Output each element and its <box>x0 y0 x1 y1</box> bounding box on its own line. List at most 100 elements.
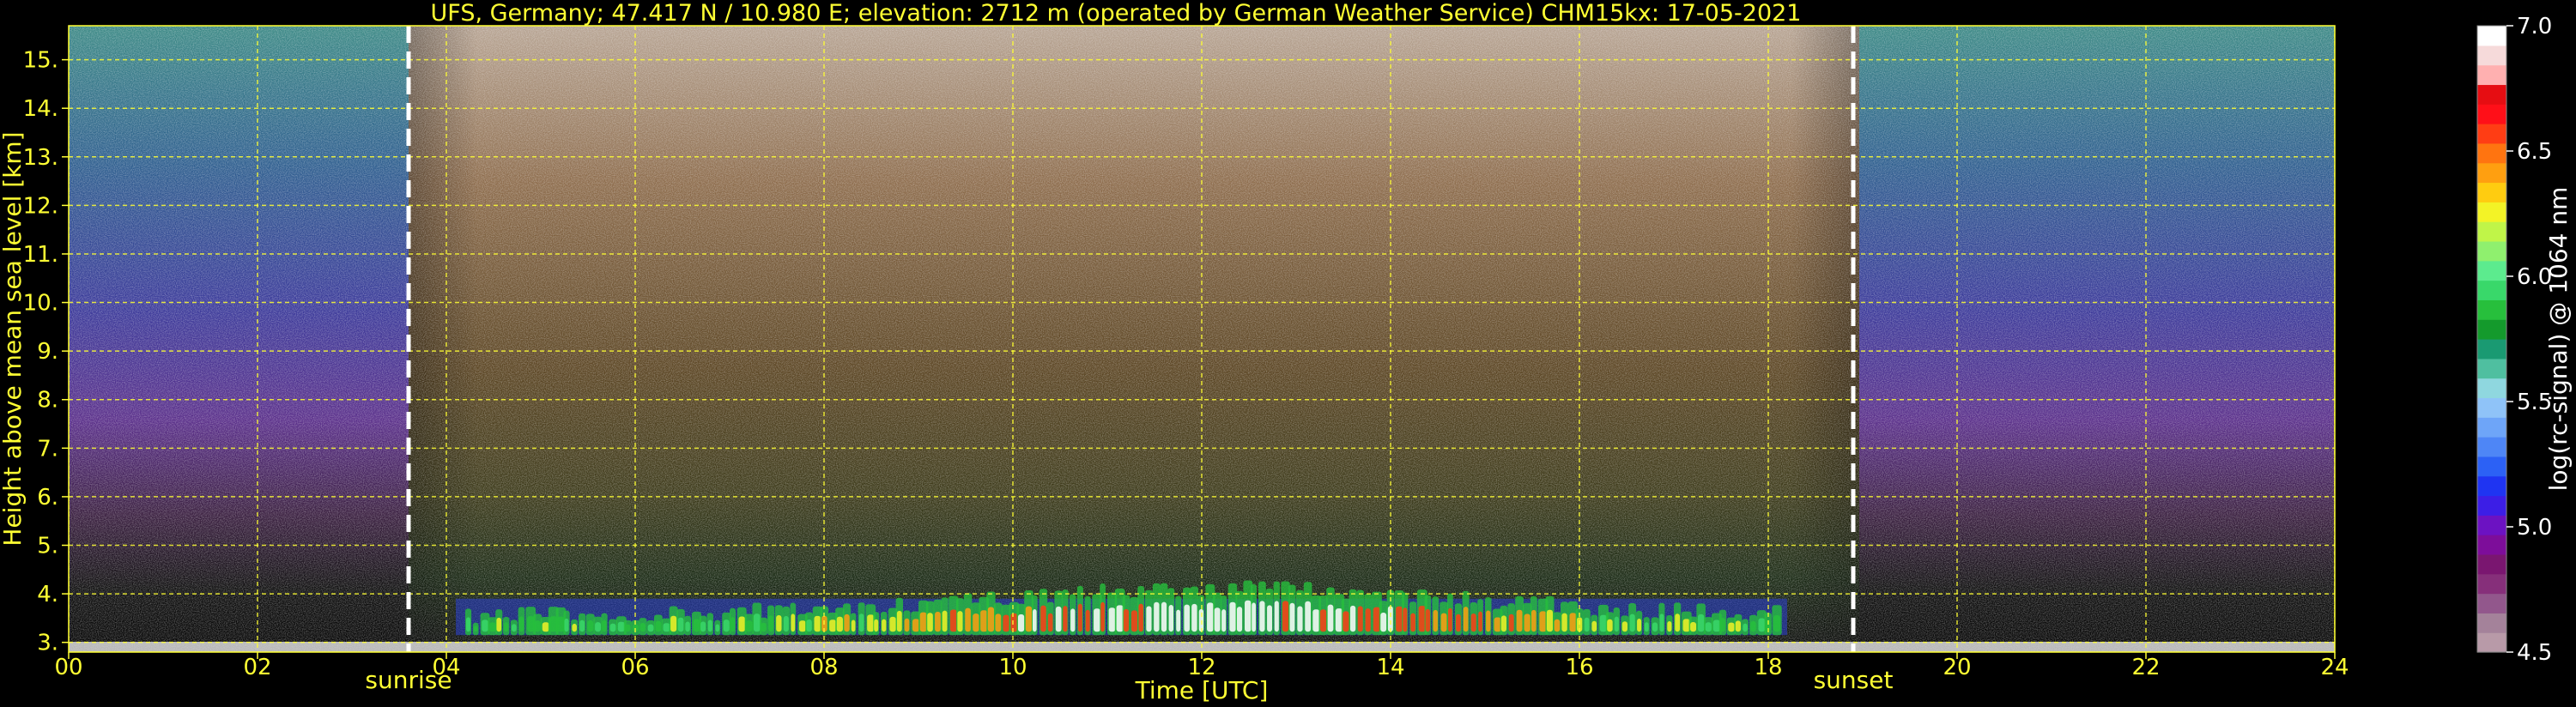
colorbar-swatch <box>2477 104 2506 124</box>
signal-core <box>1396 606 1403 632</box>
signal-core <box>942 610 948 632</box>
signal-core <box>798 620 806 632</box>
signal-core <box>1584 617 1590 632</box>
signal-core <box>927 613 933 632</box>
colorbar-label: log(rc-signal) @ 1064 nm <box>2544 187 2573 492</box>
signal-core <box>1380 612 1387 632</box>
signal-core <box>957 611 963 632</box>
y-tick-label: 13. <box>23 145 58 171</box>
signal-core <box>1735 620 1742 632</box>
signal-core <box>746 620 753 632</box>
colorbar-swatch <box>2477 417 2506 438</box>
signal-core <box>1214 607 1221 632</box>
signal-core <box>1433 609 1438 632</box>
colorbar-swatch <box>2477 593 2506 613</box>
signal-core <box>844 613 850 632</box>
y-tick-label: 4. <box>37 582 58 607</box>
colorbar-tick-label: 5.0 <box>2517 515 2552 541</box>
x-tick-label: 08 <box>809 655 838 680</box>
signal-core <box>1546 609 1554 632</box>
signal-core <box>663 623 670 632</box>
signal-core <box>1130 610 1138 632</box>
colorbar-swatch <box>2477 475 2506 497</box>
signal-core <box>489 622 496 632</box>
signal-core <box>466 617 471 632</box>
signal-core <box>1720 618 1725 632</box>
signal-core <box>1403 607 1408 632</box>
signal-core <box>557 616 565 632</box>
signal-core <box>1100 601 1105 632</box>
signal-core <box>1176 609 1181 632</box>
signal-core <box>1470 613 1476 632</box>
signal-core <box>518 616 524 632</box>
signal-core <box>1743 623 1748 632</box>
colorbar-swatch <box>2477 142 2506 164</box>
signal-core <box>609 623 616 632</box>
y-tick-label: 8. <box>37 388 58 414</box>
signal-core <box>1387 606 1393 632</box>
colorbar-tick-label: 6.5 <box>2517 139 2552 165</box>
colorbar-swatch <box>2477 632 2506 653</box>
signal-core <box>1282 601 1289 632</box>
signal-core <box>587 620 594 632</box>
signal-core <box>1040 605 1046 632</box>
colorbar-swatch <box>2477 319 2506 340</box>
signal-core <box>935 612 941 632</box>
y-tick-label: 11. <box>23 242 58 268</box>
signal-core <box>707 619 712 632</box>
colorbar-swatch <box>2477 260 2506 281</box>
signal-core <box>504 622 509 632</box>
signal-core <box>655 620 662 632</box>
signal-core <box>1168 604 1174 632</box>
signal-core <box>1055 606 1062 632</box>
signal-core <box>858 613 864 632</box>
colorbar-swatch <box>2477 613 2506 633</box>
signal-core <box>1349 605 1356 632</box>
signal-core <box>1184 604 1191 632</box>
signal-core <box>1456 613 1461 632</box>
signal-core <box>564 618 569 632</box>
signal-core <box>1297 606 1303 632</box>
signal-core <box>1659 613 1664 632</box>
lidar-quicklook-chart: UFS, Germany; 47.417 N / 10.980 E; eleva… <box>0 0 2573 704</box>
signal-core <box>1123 608 1130 632</box>
signal-core <box>1561 613 1567 632</box>
signal-core <box>768 615 773 632</box>
signal-core <box>1516 609 1523 632</box>
colorbar-swatch <box>2477 573 2506 595</box>
signal-core <box>1077 603 1082 632</box>
signal-core <box>542 622 549 632</box>
colorbar-swatch <box>2477 339 2506 360</box>
signal-core <box>882 619 887 632</box>
signal-core <box>1003 614 1009 632</box>
signal-core <box>670 615 677 632</box>
signal-core <box>1486 610 1491 632</box>
signal-core <box>473 625 478 632</box>
signal-core <box>617 621 626 632</box>
signal-core <box>980 610 988 632</box>
signal-core <box>1410 613 1415 632</box>
signal-core <box>1569 613 1577 632</box>
signal-core <box>1305 601 1312 632</box>
signal-core <box>1063 606 1068 632</box>
signal-core <box>919 612 927 632</box>
signal-core <box>738 616 746 632</box>
colorbar-swatch <box>2477 182 2506 202</box>
signal-core <box>867 614 875 632</box>
signal-core <box>829 619 837 632</box>
colorbar-swatch <box>2477 84 2506 105</box>
signal-core <box>1675 613 1681 632</box>
y-tick-label: 5. <box>37 534 58 559</box>
signal-core <box>1357 606 1363 632</box>
signal-core <box>814 615 821 632</box>
signal-core <box>1494 617 1501 632</box>
x-tick-label: 06 <box>621 655 649 680</box>
signal-core <box>973 613 979 632</box>
sunrise-label: sunrise <box>365 666 452 694</box>
signal-core <box>1207 602 1214 632</box>
signal-core <box>1614 616 1619 632</box>
signal-core <box>1343 611 1349 632</box>
plot-area <box>69 26 2335 652</box>
signal-core <box>987 607 995 632</box>
signal-core <box>595 622 602 632</box>
